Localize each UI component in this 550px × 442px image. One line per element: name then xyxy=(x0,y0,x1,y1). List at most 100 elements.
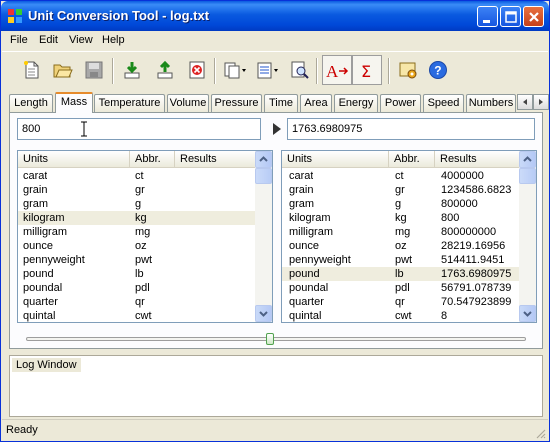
list-row-quarter[interactable]: quarter qr 70.547923899 xyxy=(282,295,519,309)
minimize-button[interactable] xyxy=(477,6,498,27)
tab-area[interactable]: Area xyxy=(300,94,332,112)
list-row-pennyweight[interactable]: pennyweight pwt xyxy=(18,253,255,267)
source-unit-list[interactable]: Units Abbr. Results carat ct grain gr gram g k… xyxy=(17,150,273,323)
list-row-milligram[interactable]: milligram mg 800000000 xyxy=(282,225,519,239)
list-row-poundal[interactable]: poundal pdl 56791.078739 xyxy=(282,281,519,295)
maximize-button[interactable] xyxy=(500,6,521,27)
log-window-label: Log Window xyxy=(12,358,81,372)
tab-volume[interactable]: Volume xyxy=(167,94,209,112)
tab-numbers[interactable]: Numbers xyxy=(466,94,516,112)
list-row-carat[interactable]: carat ct 4000000 xyxy=(282,169,519,183)
resize-grip-icon[interactable] xyxy=(534,427,546,439)
close-button[interactable] xyxy=(523,6,544,27)
close-icon xyxy=(529,12,539,22)
font-size-button[interactable]: A xyxy=(322,55,352,85)
tab-energy[interactable]: Energy xyxy=(334,94,378,112)
cell-unit: pound xyxy=(23,268,54,280)
cell-unit: carat xyxy=(23,170,48,182)
source-list-scrollbar[interactable] xyxy=(255,151,272,322)
log-window[interactable]: Log Window xyxy=(9,355,543,417)
list-row-grain[interactable]: grain gr 1234586.6823 xyxy=(282,183,519,197)
result-list-scrollbar[interactable] xyxy=(519,151,536,322)
input-value-field[interactable]: 800 xyxy=(17,118,261,140)
open-folder-icon xyxy=(53,64,73,78)
tab-length[interactable]: Length xyxy=(9,94,53,112)
tab-time[interactable]: Time xyxy=(264,94,298,112)
cell-result: 800 xyxy=(441,212,460,224)
scroll-down-button[interactable] xyxy=(519,305,536,322)
tab-pressure[interactable]: Pressure xyxy=(211,94,262,112)
cell-abbr: mg xyxy=(135,226,151,238)
cell-abbr: oz xyxy=(395,240,407,252)
cell-abbr: cwt xyxy=(135,310,152,322)
column-header-results[interactable]: Results xyxy=(435,151,520,168)
column-header-abbr[interactable]: Abbr. xyxy=(389,151,435,168)
cell-abbr: g xyxy=(395,198,402,210)
result-unit-list[interactable]: Units Abbr. Results carat ct 4000000 grain g… xyxy=(281,150,537,323)
tab-mass[interactable]: Mass xyxy=(55,92,93,113)
cell-unit: pennyweight xyxy=(23,254,85,266)
cell-unit: milligram xyxy=(289,226,333,238)
list-row-pound[interactable]: pound lb xyxy=(18,267,255,281)
menu-view[interactable]: View xyxy=(69,34,93,46)
cell-unit: kilogram xyxy=(23,212,65,224)
menu-file[interactable]: File xyxy=(10,34,28,46)
save-button[interactable] xyxy=(82,58,106,82)
scroll-thumb[interactable] xyxy=(255,168,272,184)
column-header-abbr[interactable]: Abbr. xyxy=(130,151,175,168)
list-row-quarter[interactable]: quarter qr xyxy=(18,295,255,309)
scroll-thumb[interactable] xyxy=(519,168,536,184)
tab-speed[interactable]: Speed xyxy=(423,94,464,112)
delete-button[interactable] xyxy=(185,58,209,82)
tab-power[interactable]: Power xyxy=(380,94,421,112)
chevron-up-icon xyxy=(523,156,532,162)
scroll-up-button[interactable] xyxy=(255,151,272,168)
tab-scroll-left-button[interactable] xyxy=(517,94,533,110)
list-row-gram[interactable]: gram g xyxy=(18,197,255,211)
maximize-icon xyxy=(505,11,517,23)
scroll-down-button[interactable] xyxy=(255,305,272,322)
column-header-units[interactable]: Units xyxy=(282,151,389,168)
list-row-pennyweight[interactable]: pennyweight pwt 514411.9451 xyxy=(282,253,519,267)
output-value-field[interactable]: 1763.6980975 xyxy=(287,118,535,140)
column-header-units[interactable]: Units xyxy=(18,151,130,168)
list-row-carat[interactable]: carat ct xyxy=(18,169,255,183)
help-button[interactable]: ? xyxy=(426,58,450,82)
cell-abbr: g xyxy=(135,198,142,210)
list-row-ounce[interactable]: ounce oz 28219.16956 xyxy=(282,239,519,253)
menu-edit[interactable]: Edit xyxy=(39,34,58,46)
paste-dropdown-button[interactable] xyxy=(254,58,282,82)
list-row-quintal[interactable]: quintal cwt 8 xyxy=(282,309,519,322)
cell-result: 1763.6980975 xyxy=(441,268,512,280)
tab-temperature[interactable]: Temperature xyxy=(94,94,165,112)
help-icon: ? xyxy=(429,61,447,79)
chevron-right-icon xyxy=(539,99,543,105)
scroll-up-button[interactable] xyxy=(519,151,536,168)
sum-button[interactable]: Σ xyxy=(352,55,382,85)
column-header-results[interactable]: Results xyxy=(175,151,256,168)
splitter-slider-thumb[interactable] xyxy=(266,333,274,345)
export-button[interactable] xyxy=(153,58,177,82)
list-row-ounce[interactable]: ounce oz xyxy=(18,239,255,253)
copy-dropdown-button[interactable] xyxy=(222,58,250,82)
cell-result: 800000000 xyxy=(441,226,497,238)
settings-button[interactable] xyxy=(396,58,420,82)
list-row-milligram[interactable]: milligram mg xyxy=(18,225,255,239)
new-file-button[interactable] xyxy=(20,58,44,82)
title-bar[interactable]: Unit Conversion Tool - log.txt xyxy=(1,1,549,31)
list-row-pound[interactable]: pound lb 1763.6980975 xyxy=(282,267,519,281)
list-row-quintal[interactable]: quintal cwt xyxy=(18,309,255,322)
list-row-kilogram[interactable]: kilogram kg 800 xyxy=(282,211,519,225)
list-row-grain[interactable]: grain gr xyxy=(18,183,255,197)
list-row-poundal[interactable]: poundal pdl xyxy=(18,281,255,295)
list-row-gram[interactable]: gram g 800000 xyxy=(282,197,519,211)
open-button[interactable] xyxy=(51,58,75,82)
sum-icon: Σ xyxy=(361,62,371,81)
list-row-kilogram[interactable]: kilogram kg xyxy=(18,211,255,225)
menu-help[interactable]: Help xyxy=(102,34,125,46)
tab-scroll-right-button[interactable] xyxy=(533,94,549,110)
settings-icon xyxy=(399,62,417,79)
toolbar-separator xyxy=(112,58,114,84)
import-button[interactable] xyxy=(120,58,144,82)
find-button[interactable] xyxy=(288,58,312,82)
